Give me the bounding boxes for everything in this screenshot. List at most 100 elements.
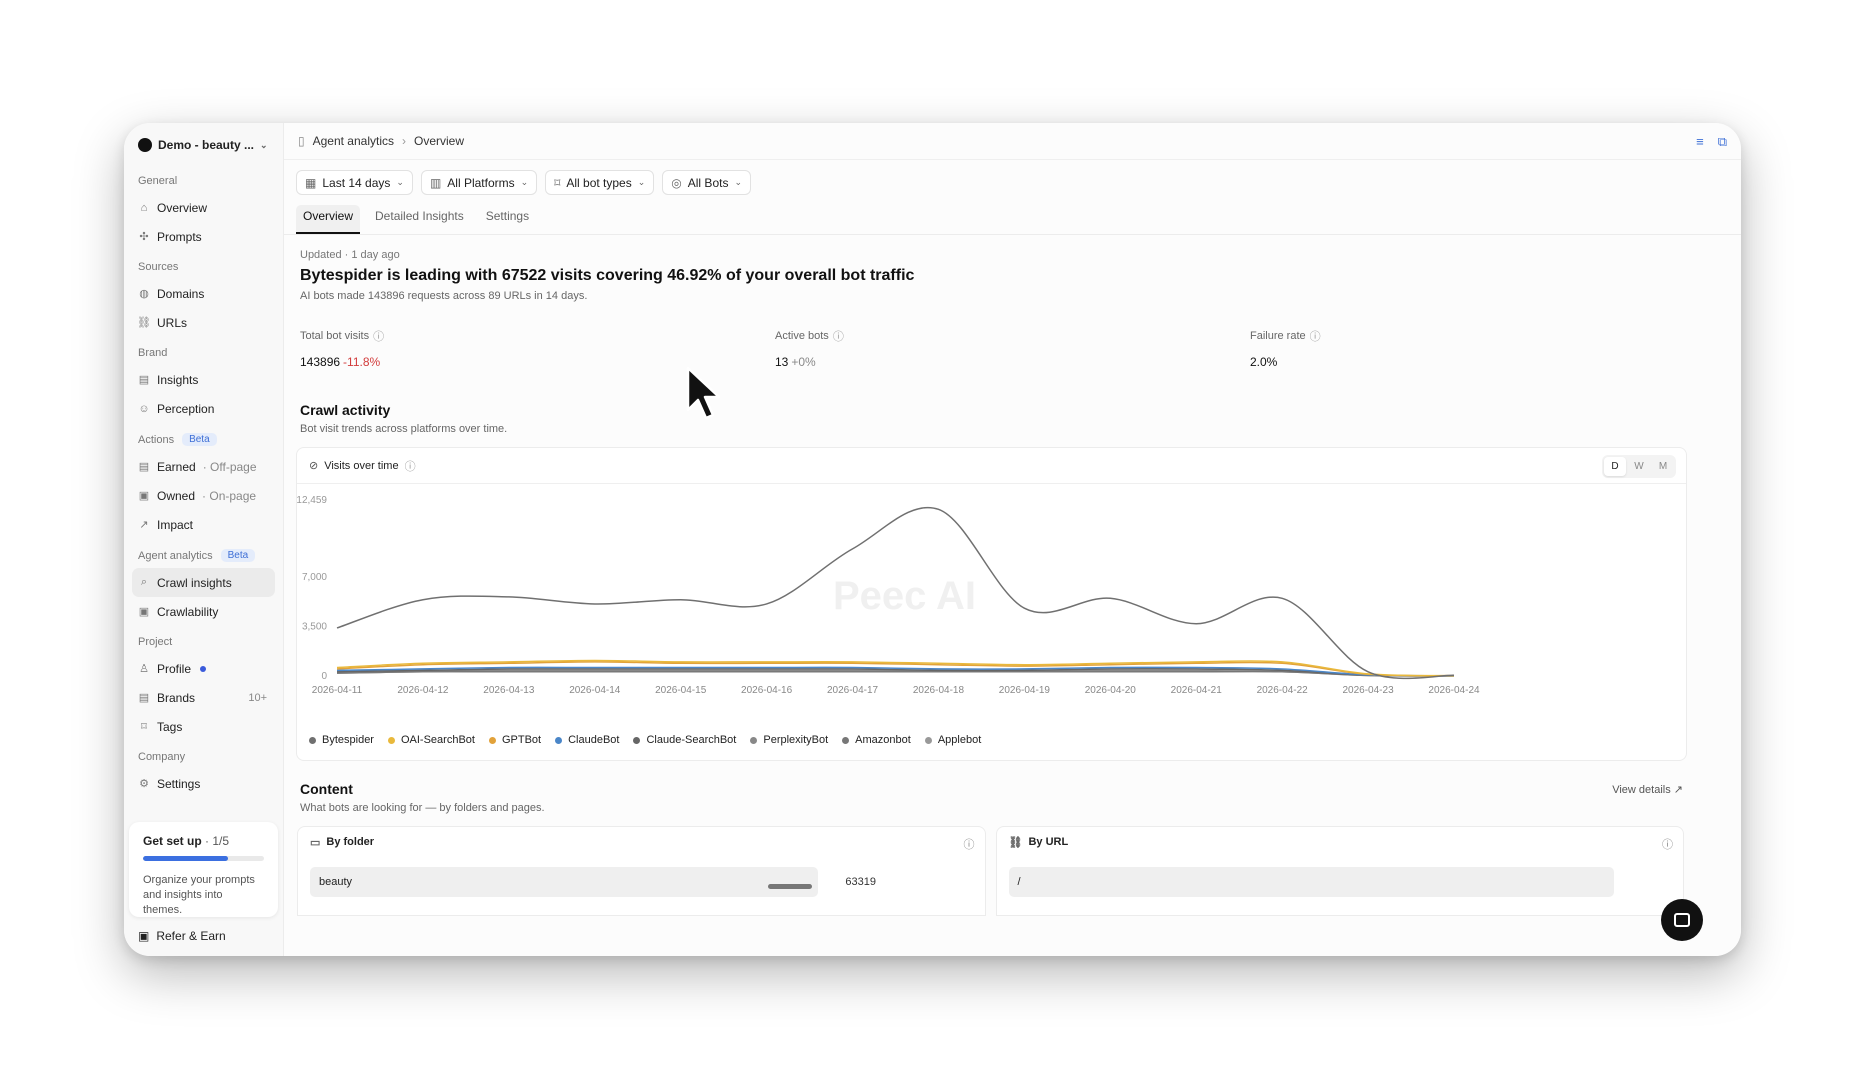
trend-icon: ↗ [139,519,149,531]
calendar-icon: ▦ [305,175,317,190]
legend-label: GPTBot [501,734,542,746]
sidebar-item-label: Tags [157,719,183,734]
tab-bar: Overview Detailed Insights Settings [284,195,1741,235]
filter-label: All Bots [687,175,729,190]
legend-dot [387,736,395,744]
chart-watermark: Peec AI [833,574,976,618]
sidebar-item-owned[interactable]: ▣ Owned · On-page [132,481,275,510]
copy-icon[interactable]: ⧉ [1718,134,1727,150]
sidebar-item-prompts[interactable]: ✣ Prompts [132,222,275,251]
legend-label: Applebot [937,734,982,746]
tab-detailed-insights[interactable]: Detailed Insights [368,205,471,234]
sidebar-item-impact[interactable]: ↗ Impact [132,510,275,539]
info-icon[interactable]: ⓘ [833,328,844,344]
chevron-down-icon: ⌄ [637,177,646,187]
workspace-switcher[interactable]: Demo - beauty ... ⌄ [132,125,275,165]
legend-item-gptbot[interactable]: GPTBot [488,734,542,746]
x-tick-label: 2026-04-15 [655,685,707,696]
tag-icon: ⌑ [554,175,561,190]
crawl-subtitle: Bot visit trends across platforms over t… [300,423,508,435]
legend-dot [309,736,316,744]
sidebar-item-domains[interactable]: ◍ Domains [132,279,275,308]
sidebar-nav: General ⌂ Overview ✣ Prompts Sources ◍ Domains ⛓… [132,165,275,798]
info-icon[interactable]: ⓘ [1310,328,1321,344]
info-icon[interactable]: ⓘ [373,328,384,344]
setup-description: Organize your prompts and insights into … [143,874,255,916]
chat-button[interactable] [1661,899,1703,941]
menu-icon[interactable]: ≡ [1696,134,1704,150]
sidebar-item-crawl-insights[interactable]: ⌕ Crawl insights [132,568,275,597]
legend-item-perplexitybot[interactable]: PerplexityBot [750,734,828,746]
workspace-name: Demo - beauty ... [158,138,255,152]
sidebar-item-profile[interactable]: ♙ Profile [132,654,275,683]
info-icon[interactable]: ⓘ [1662,836,1673,852]
sidebar-item-insights[interactable]: ▤ Insights [132,365,275,394]
x-tick-label: 2026-04-12 [397,685,449,696]
sidebar-section-label: Agent analytics Beta [132,539,275,568]
filter-all-bots[interactable]: ◎ All Bots ⌄ [662,170,751,195]
sidebar-item-tags[interactable]: ⌑ Tags [132,712,275,741]
overview-content: Updated · 1 day ago Bytespider is leadin… [284,235,1741,930]
granularity-w[interactable]: W [1628,457,1650,476]
section-label-text: Company [138,751,186,763]
sidebar: Demo - beauty ... ⌄ General ⌂ Overview ✣ Pro… [124,123,284,956]
x-tick-label: 2026-04-21 [1171,685,1223,696]
list-item[interactable]: / [1008,867,1614,897]
info-icon[interactable]: ⓘ [964,836,975,852]
y-tick-label: 3,500 [302,622,327,633]
sidebar-item-perception[interactable]: ☺ Perception [132,394,275,423]
chevron-down-icon: ⌄ [520,177,529,187]
x-tick-label: 2026-04-18 [913,685,965,696]
tab-settings[interactable]: Settings [479,205,536,234]
filter-last-14-days[interactable]: ▦ Last 14 days ⌄ [296,170,413,195]
sidebar-item-overview[interactable]: ⌂ Overview [132,193,275,222]
legend-label: Bytespider [322,734,374,746]
visits-chart-card: ⊘ Visits over time ⓘ DWM Peec AI 0 3,500 7,… [296,447,1687,761]
setup-card[interactable]: Get set up · 1/5 Organize your prompts a… [129,822,278,917]
sidebar-item-crawlability[interactable]: ▣ Crawlability [132,597,275,626]
sidebar-item-brands[interactable]: ▤ Brands 10+ [132,683,275,712]
filter-all-bot-types[interactable]: ⌑ All bot types ⌄ [545,170,655,195]
sidebar-toggle-icon[interactable]: ▯ [298,134,305,148]
sidebar-item-earned[interactable]: ▤ Earned · Off-page [132,452,275,481]
legend-dot [924,736,932,744]
stat-label: Total bot visits ⓘ [300,328,775,344]
info-icon[interactable]: ⓘ [405,458,416,474]
filter-bar: ▦ Last 14 days ⌄ ▥ All Platforms ⌄ ⌑ All bot ty… [284,160,1741,195]
refer-earn-link[interactable]: ▣ Refer & Earn [138,929,226,943]
stat-label-text: Failure rate [1250,330,1306,342]
sidebar-item-urls[interactable]: ⛓ URLs [132,308,275,337]
sidebar-section-label: Brand [132,337,275,365]
doc-icon: ▤ [138,461,150,473]
tab-overview[interactable]: Overview [296,205,361,234]
by-folder-title: By folder [326,836,375,848]
legend-item-applebot[interactable]: Applebot [924,734,982,746]
sidebar-item-label: URLs [157,315,188,330]
legend-item-amazonbot[interactable]: Amazonbot [842,734,911,746]
content-header: Content What bots are looking for — by f… [300,781,1683,814]
view-details-link[interactable]: View details ↗ [1612,783,1683,796]
sidebar-item-label: Earned [157,459,196,474]
subline: AI bots made 143896 requests across 89 U… [300,290,588,302]
legend-item-claudebot[interactable]: ClaudeBot [555,734,619,746]
breadcrumb-parent[interactable]: Agent analytics [313,134,394,148]
doc-icon: ▤ [138,692,150,704]
legend-item-bytespider[interactable]: Bytespider [309,734,374,746]
granularity-m[interactable]: M [1652,457,1674,476]
filter-all-platforms[interactable]: ▥ All Platforms ⌄ [420,170,538,195]
legend-item-claude-searchbot[interactable]: Claude-SearchBot [633,734,736,746]
sidebar-item-label: Perception [157,401,215,416]
stat-value-number: 2.0% [1250,355,1278,369]
sidebar-item-count: 10+ [248,691,267,704]
user-icon: ♙ [139,663,149,675]
sidebar-item-sub: · On-page [202,488,257,503]
sidebar-item-settings[interactable]: ⚙ Settings [132,769,275,798]
series-line-amazonbot[interactable] [336,670,1455,677]
folder-icon: ▭ [310,836,321,849]
by-url-title: By URL [1028,836,1069,848]
granularity-d[interactable]: D [1604,457,1626,476]
sidebar-item-label: Domains [157,286,205,301]
chart-card-title: Visits over time [324,459,399,472]
list-item[interactable]: beauty 63319 [310,867,876,897]
legend-item-oai-searchbot[interactable]: OAI-SearchBot [387,734,475,746]
